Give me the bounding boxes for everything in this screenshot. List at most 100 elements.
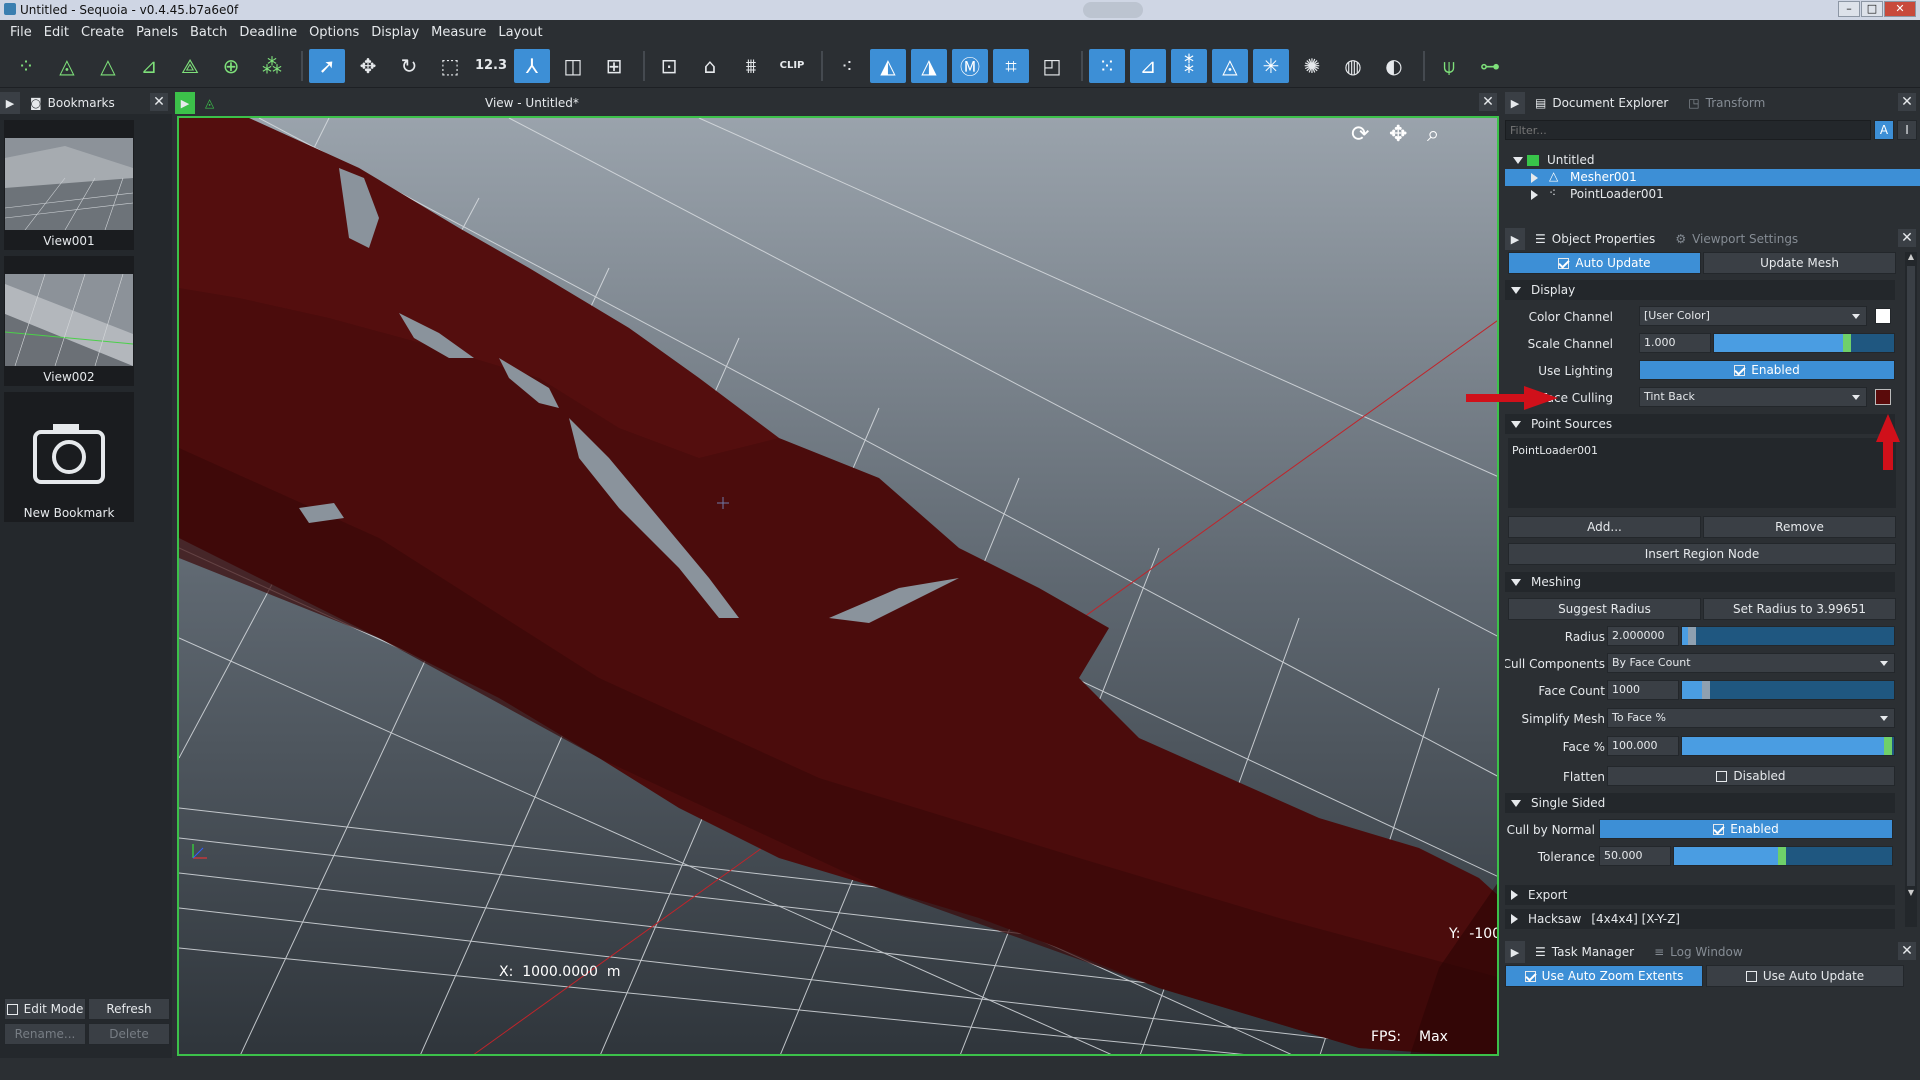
mesh-filter-icon[interactable]: ⊿ bbox=[131, 49, 167, 83]
points-d-icon[interactable]: ◬ bbox=[1212, 48, 1248, 83]
tree-item-mesher001[interactable]: △ Mesher001 bbox=[1505, 169, 1920, 186]
scale-tool-icon[interactable]: ⬚ bbox=[432, 49, 468, 83]
cull-components-dropdown[interactable]: By Face Count bbox=[1607, 653, 1895, 673]
focus-icon[interactable]: ⊡ bbox=[651, 49, 687, 83]
close-icon[interactable]: ✕ bbox=[1898, 942, 1916, 960]
close-icon[interactable]: ✕ bbox=[1479, 93, 1497, 111]
point-sources-section[interactable]: Point Sources bbox=[1505, 414, 1895, 434]
tab-transform[interactable]: ◳ Transform bbox=[1678, 92, 1775, 114]
mesh-loader-icon[interactable]: △ bbox=[90, 49, 126, 83]
auto-update-task-checkbox[interactable] bbox=[1745, 970, 1757, 982]
filter-option-button[interactable]: I bbox=[1897, 120, 1917, 140]
rename-button[interactable]: Rename... bbox=[4, 1023, 86, 1045]
sphere-icon[interactable]: ◐ bbox=[1376, 49, 1412, 83]
snapshot-icon[interactable]: ◰ bbox=[1034, 49, 1070, 83]
mesh-display-icon[interactable]: ◭ bbox=[870, 48, 906, 83]
cull-by-normal-checkbox[interactable] bbox=[1713, 823, 1725, 835]
tab-document-explorer[interactable]: ▤ Document Explorer bbox=[1525, 92, 1678, 114]
pan-icon[interactable]: ✥ bbox=[1389, 122, 1407, 147]
zoom-icon[interactable]: ⌕ bbox=[1427, 122, 1439, 147]
scale-channel-slider[interactable] bbox=[1713, 333, 1895, 353]
globe-icon[interactable]: ◍ bbox=[1335, 49, 1371, 83]
box-tool-icon[interactable]: ◫ bbox=[555, 49, 591, 83]
measure-tool-icon[interactable]: 12.3 bbox=[473, 49, 509, 83]
tab-task-manager[interactable]: ☰ Task Manager bbox=[1525, 941, 1644, 963]
mesh-transform-icon[interactable]: ⟁ bbox=[172, 49, 208, 83]
scrollbar-up-icon[interactable]: ▲ bbox=[1905, 252, 1917, 264]
simplify-mesh-dropdown[interactable]: To Face % bbox=[1607, 708, 1895, 728]
menu-panels[interactable]: Panels bbox=[130, 25, 184, 40]
scale-channel-input[interactable]: 1.000 bbox=[1639, 333, 1711, 353]
panel-toggle-icon[interactable]: ▶ bbox=[1505, 92, 1525, 114]
rotate-tool-icon[interactable]: ↻ bbox=[391, 49, 427, 83]
move-tool-icon[interactable]: ✥ bbox=[350, 49, 386, 83]
mesh-grid-icon[interactable]: ⌗ bbox=[993, 48, 1029, 83]
tree-item-untitled[interactable]: Untitled bbox=[1505, 152, 1920, 169]
node-icon[interactable]: ⊶ bbox=[1472, 49, 1508, 83]
update-mesh-button[interactable]: Update Mesh bbox=[1703, 252, 1896, 274]
close-window-button[interactable]: ✕ bbox=[1884, 1, 1916, 17]
point-loader-icon[interactable]: ⁘ bbox=[8, 49, 44, 83]
face-count-input[interactable]: 1000 bbox=[1607, 680, 1679, 700]
panel-toggle-icon[interactable]: ▶ bbox=[175, 92, 195, 114]
point-filter-icon[interactable]: ⁂ bbox=[254, 49, 290, 83]
auto-update-checkbox[interactable] bbox=[1558, 257, 1570, 269]
new-bookmark-button[interactable]: New Bookmark bbox=[4, 392, 134, 522]
camera-rig-icon[interactable]: ⌂ bbox=[692, 49, 728, 83]
delete-button[interactable]: Delete bbox=[88, 1023, 170, 1045]
points-a-icon[interactable]: ⁙ bbox=[1089, 48, 1125, 83]
pin-icon[interactable]: ⍦ bbox=[1431, 49, 1467, 83]
point-sources-list[interactable]: PointLoader001 bbox=[1508, 438, 1896, 508]
orbit-icon[interactable]: ⟳ bbox=[1351, 122, 1369, 147]
mesher-icon[interactable]: ◬ bbox=[49, 49, 85, 83]
points-display-icon[interactable]: ⁖ bbox=[829, 49, 865, 83]
flatten-toggle[interactable]: Disabled bbox=[1607, 766, 1895, 786]
axis-tool-icon[interactable]: ⅄ bbox=[514, 48, 550, 83]
use-lighting-checkbox[interactable] bbox=[1734, 364, 1746, 376]
suggest-radius-button[interactable]: Suggest Radius bbox=[1508, 598, 1701, 620]
close-icon[interactable]: ✕ bbox=[1898, 229, 1916, 247]
meshing-section[interactable]: Meshing bbox=[1505, 572, 1895, 592]
tab-viewport-settings[interactable]: ⚙ Viewport Settings bbox=[1665, 228, 1808, 250]
color-channel-dropdown[interactable]: [User Color] bbox=[1639, 306, 1867, 326]
light-icon[interactable]: ✺ bbox=[1294, 49, 1330, 83]
close-icon[interactable]: ✕ bbox=[1898, 93, 1916, 111]
refresh-button[interactable]: Refresh bbox=[88, 998, 170, 1020]
menu-deadline[interactable]: Deadline bbox=[233, 25, 303, 40]
cull-by-normal-toggle[interactable]: Enabled bbox=[1599, 819, 1893, 839]
panel-toggle-icon[interactable]: ▶ bbox=[0, 92, 20, 114]
face-percent-slider[interactable] bbox=[1681, 736, 1895, 756]
tab-bookmarks[interactable]: ◙ Bookmarks bbox=[20, 92, 125, 114]
set-radius-button[interactable]: Set Radius to 3.99651 bbox=[1703, 598, 1896, 620]
tab-log-window[interactable]: ≡ Log Window bbox=[1644, 941, 1753, 963]
menu-edit[interactable]: Edit bbox=[38, 25, 75, 40]
color-swatch-white[interactable] bbox=[1875, 308, 1891, 324]
scrollbar-thumb[interactable] bbox=[1907, 266, 1915, 886]
display-section[interactable]: Display bbox=[1505, 280, 1895, 300]
add-button[interactable]: Add... bbox=[1508, 516, 1701, 538]
hacksaw-section[interactable]: Hacksaw [4x4x4] [X-Y-Z] bbox=[1505, 909, 1895, 929]
bookmark-view002[interactable]: View002 bbox=[4, 256, 134, 386]
points-c-icon[interactable]: ⁑ bbox=[1171, 48, 1207, 83]
menu-batch[interactable]: Batch bbox=[184, 25, 233, 40]
points-b-icon[interactable]: ⊿ bbox=[1130, 48, 1166, 83]
face-culling-dropdown[interactable]: Tint Back bbox=[1639, 387, 1867, 407]
properties-scrollbar[interactable]: ▲ ▼ bbox=[1905, 252, 1917, 927]
filter-case-button[interactable]: A bbox=[1874, 120, 1894, 140]
tower-icon[interactable]: ⩩ bbox=[733, 49, 769, 83]
face-count-slider[interactable] bbox=[1681, 680, 1895, 700]
panel-toggle-icon[interactable]: ▶ bbox=[1505, 941, 1525, 963]
menu-create[interactable]: Create bbox=[75, 25, 130, 40]
list-item[interactable]: PointLoader001 bbox=[1508, 438, 1896, 463]
insert-region-node-button[interactable]: Insert Region Node bbox=[1508, 543, 1896, 565]
clip-icon[interactable]: CLIP bbox=[774, 49, 810, 83]
menu-file[interactable]: File bbox=[4, 25, 38, 40]
radius-slider[interactable] bbox=[1681, 626, 1895, 646]
menu-display[interactable]: Display bbox=[365, 25, 425, 40]
edit-mode-toggle[interactable]: Edit Mode bbox=[4, 998, 86, 1020]
scrollbar-down-icon[interactable]: ▼ bbox=[1905, 888, 1917, 900]
tolerance-slider[interactable] bbox=[1673, 846, 1893, 866]
panel-toggle-icon[interactable]: ▶ bbox=[1505, 228, 1525, 250]
close-icon[interactable]: ✕ bbox=[150, 93, 168, 111]
auto-zoom-checkbox[interactable] bbox=[1524, 970, 1536, 982]
